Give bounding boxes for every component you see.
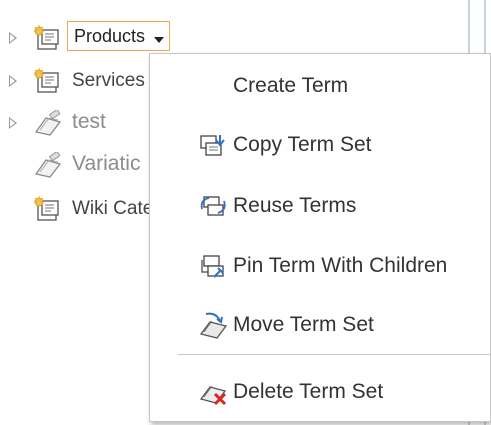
menu-item-label: Create Term (233, 74, 349, 97)
expand-arrow-icon[interactable] (9, 75, 17, 87)
context-menu: Create Term Copy Term Set Reuse Terms Pi… (149, 53, 491, 422)
selected-node-box[interactable]: Products (67, 21, 170, 51)
menu-item-label: Move Term Set (233, 313, 374, 336)
menu-item-copy-term-set[interactable]: Copy Term Set (150, 122, 491, 168)
menu-separator (178, 354, 491, 355)
menu-item-move-term-set[interactable]: Move Term Set (150, 302, 491, 348)
copy-term-set-icon (200, 135, 225, 156)
menu-item-label: Reuse Terms (233, 194, 357, 217)
tree-node-label[interactable]: test (72, 110, 106, 134)
menu-item-reuse-terms[interactable]: Reuse Terms (150, 183, 491, 229)
reuse-terms-icon (200, 196, 226, 216)
tree-node-label[interactable]: Services (72, 70, 145, 92)
tree-node-label[interactable]: Wiki Cate (72, 198, 153, 220)
menu-item-label: Pin Term With Children (233, 254, 448, 277)
expand-arrow-icon[interactable] (9, 117, 17, 129)
term-set-icon (34, 68, 59, 93)
disabled-term-set-icon (34, 152, 62, 178)
pin-term-icon (201, 255, 224, 278)
disabled-term-set-icon (34, 110, 62, 136)
tree-node-label[interactable]: Variatic (72, 152, 140, 176)
term-set-icon (34, 25, 59, 50)
delete-term-set-icon (199, 385, 227, 406)
menu-item-create-term[interactable]: Create Term (150, 63, 491, 109)
chevron-down-icon[interactable] (154, 37, 164, 43)
menu-item-label: Delete Term Set (233, 380, 384, 403)
move-term-set-icon (199, 312, 228, 339)
menu-item-delete-term-set[interactable]: Delete Term Set (150, 369, 491, 415)
term-set-icon (34, 196, 59, 221)
menu-item-pin-term-with-children[interactable]: Pin Term With Children (150, 243, 491, 289)
tree-node-label[interactable]: Products (74, 26, 145, 47)
expand-arrow-icon[interactable] (9, 32, 17, 44)
menu-item-label: Copy Term Set (233, 133, 372, 156)
